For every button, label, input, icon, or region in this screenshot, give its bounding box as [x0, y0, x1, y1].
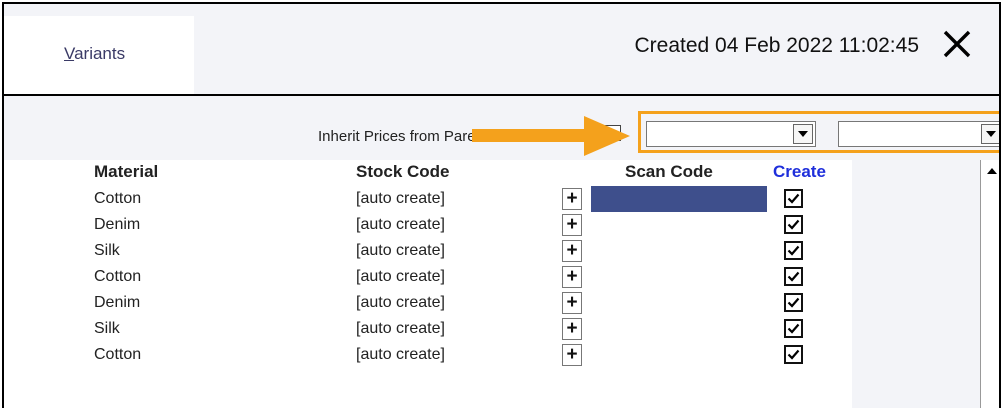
chevron-down-icon[interactable]: [981, 124, 999, 144]
scan-code-cell[interactable]: [591, 186, 767, 212]
variants-content: Inherit Prices from Parent Material Stoc…: [4, 94, 999, 408]
add-button[interactable]: +: [562, 344, 582, 366]
checkmark-icon: [787, 245, 800, 256]
created-timestamp: Created 04 Feb 2022 11:02:45: [634, 34, 920, 57]
table-row: Silk [auto create] +: [4, 316, 852, 342]
table-row: Silk [auto create] +: [4, 238, 852, 264]
material-cell[interactable]: Cotton: [94, 346, 141, 364]
table-row: Cotton [auto create] +: [4, 186, 852, 212]
create-checkbox[interactable]: [784, 215, 803, 234]
close-icon: [943, 30, 971, 58]
scan-code-cell[interactable]: [591, 212, 767, 238]
table-row: Denim [auto create] +: [4, 212, 852, 238]
close-button[interactable]: [939, 26, 975, 62]
create-checkbox[interactable]: [784, 345, 803, 364]
create-checkbox[interactable]: [784, 319, 803, 338]
stock-code-cell[interactable]: [auto create]: [356, 242, 445, 260]
scan-code-cell[interactable]: [591, 316, 767, 342]
checkmark-icon: [787, 349, 800, 360]
scan-code-cell[interactable]: [591, 264, 767, 290]
add-button[interactable]: +: [562, 214, 582, 236]
material-cell[interactable]: Denim: [94, 216, 140, 234]
stock-code-cell[interactable]: [auto create]: [356, 346, 445, 364]
add-button[interactable]: +: [562, 266, 582, 288]
inherit-prices-label: Inherit Prices from Parent: [318, 128, 489, 145]
scroll-up-icon[interactable]: [983, 162, 999, 180]
scan-code-cell[interactable]: [591, 238, 767, 264]
tab-variants-label: ariants: [74, 44, 126, 63]
option-dropdown-2[interactable]: [838, 121, 999, 147]
add-button[interactable]: +: [562, 240, 582, 262]
scan-code-cell[interactable]: [591, 290, 767, 316]
tab-strip: Variants Created 04 Feb 2022 11:02:45: [4, 4, 999, 94]
arrow-right-icon: [472, 116, 630, 156]
material-cell[interactable]: Cotton: [94, 190, 141, 208]
add-button[interactable]: +: [562, 292, 582, 314]
checkmark-icon: [787, 193, 800, 204]
stock-code-cell[interactable]: [auto create]: [356, 268, 445, 286]
tab-variants[interactable]: Variants: [4, 16, 194, 94]
scan-code-cell[interactable]: [591, 342, 767, 368]
create-checkbox[interactable]: [784, 189, 803, 208]
material-cell[interactable]: Denim: [94, 294, 140, 312]
material-cell[interactable]: Cotton: [94, 268, 141, 286]
column-header-material[interactable]: Material: [94, 162, 158, 182]
table-row: Cotton [auto create] +: [4, 342, 852, 368]
tab-variants-accelerator: V: [64, 44, 75, 63]
create-checkbox[interactable]: [784, 241, 803, 260]
vertical-scrollbar[interactable]: [980, 160, 999, 408]
add-button[interactable]: +: [562, 188, 582, 210]
column-header-create[interactable]: Create: [773, 162, 826, 182]
stock-code-cell[interactable]: [auto create]: [356, 216, 445, 234]
stock-code-cell[interactable]: [auto create]: [356, 190, 445, 208]
stock-code-cell[interactable]: [auto create]: [356, 294, 445, 312]
checkmark-icon: [787, 297, 800, 308]
column-header-stock-code[interactable]: Stock Code: [356, 162, 450, 182]
table-row: Cotton [auto create] +: [4, 264, 852, 290]
column-header-scan-code[interactable]: Scan Code: [625, 162, 713, 182]
checkmark-icon: [787, 219, 800, 230]
chevron-down-icon[interactable]: [793, 124, 813, 144]
variants-grid: Material Stock Code Scan Code Create Cot…: [4, 160, 852, 408]
divider: [4, 94, 999, 96]
stock-code-cell[interactable]: [auto create]: [356, 320, 445, 338]
add-button[interactable]: +: [562, 318, 582, 340]
variants-window: Variants Created 04 Feb 2022 11:02:45 In…: [2, 2, 1001, 408]
create-checkbox[interactable]: [784, 267, 803, 286]
checkmark-icon: [787, 271, 800, 282]
material-cell[interactable]: Silk: [94, 242, 120, 260]
option-dropdown-1[interactable]: [646, 121, 816, 147]
material-cell[interactable]: Silk: [94, 320, 120, 338]
create-checkbox[interactable]: [784, 293, 803, 312]
table-row: Denim [auto create] +: [4, 290, 852, 316]
checkmark-icon: [787, 323, 800, 334]
